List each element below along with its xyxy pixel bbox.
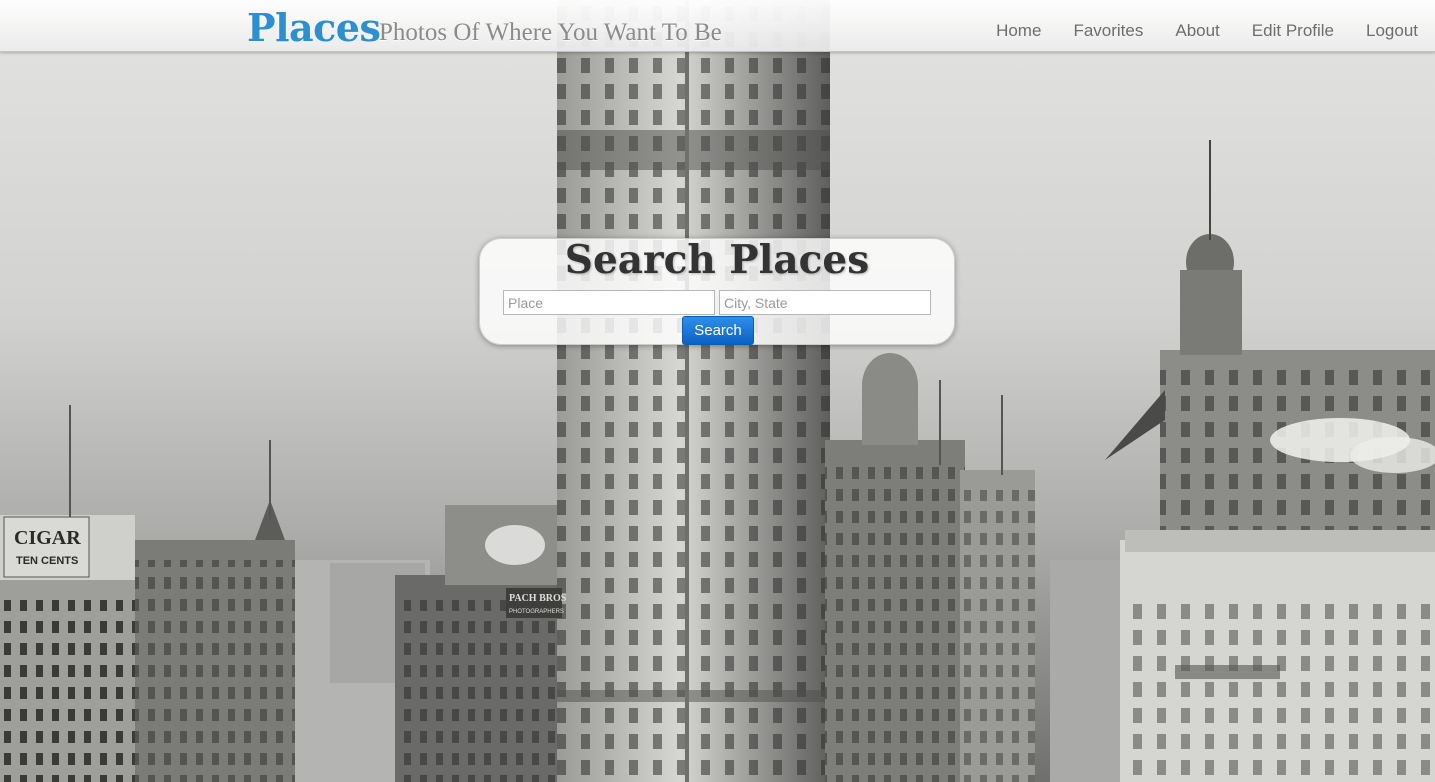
ten-cents-sign-text: TEN CENTS	[16, 555, 78, 567]
search-panel: Search Places Search	[479, 238, 955, 345]
photographers-sign-text: PHOTOGRAPHERS	[509, 609, 564, 615]
nav-item-about: About	[1175, 21, 1219, 41]
nav-item-favorites: Favorites	[1073, 21, 1143, 41]
nav-link-home[interactable]: Home	[996, 21, 1041, 40]
city-state-input[interactable]	[719, 290, 931, 315]
city-skyline-illustration: CIGAR TEN CENTS PACH BROS PHOTOGRAPHERS	[0, 0, 1435, 782]
nav-item-home: Home	[996, 21, 1041, 41]
brand-logo-link[interactable]: Places	[247, 4, 381, 52]
nav-link-edit-profile[interactable]: Edit Profile	[1252, 21, 1334, 40]
nav-item-logout: Logout	[1366, 21, 1418, 41]
top-navbar: Places Photos Of Where You Want To Be Ho…	[0, 0, 1435, 52]
nav-link-logout[interactable]: Logout	[1366, 21, 1418, 40]
nav-item-edit-profile: Edit Profile	[1252, 21, 1334, 41]
place-search-input[interactable]	[503, 290, 715, 315]
nav-link-about[interactable]: About	[1175, 21, 1219, 40]
search-button[interactable]: Search	[682, 316, 754, 345]
background-photo: CIGAR TEN CENTS PACH BROS PHOTOGRAPHERS	[0, 0, 1435, 782]
pach-bros-sign-text: PACH BROS	[509, 593, 567, 604]
nav-link-favorites[interactable]: Favorites	[1073, 21, 1143, 40]
brand-tagline: Photos Of Where You Want To Be	[379, 19, 722, 46]
search-title: Search Places	[564, 237, 870, 283]
main-nav: Home Favorites About Edit Profile Logout	[964, 21, 1418, 41]
cigar-sign-text: CIGAR	[14, 527, 81, 549]
